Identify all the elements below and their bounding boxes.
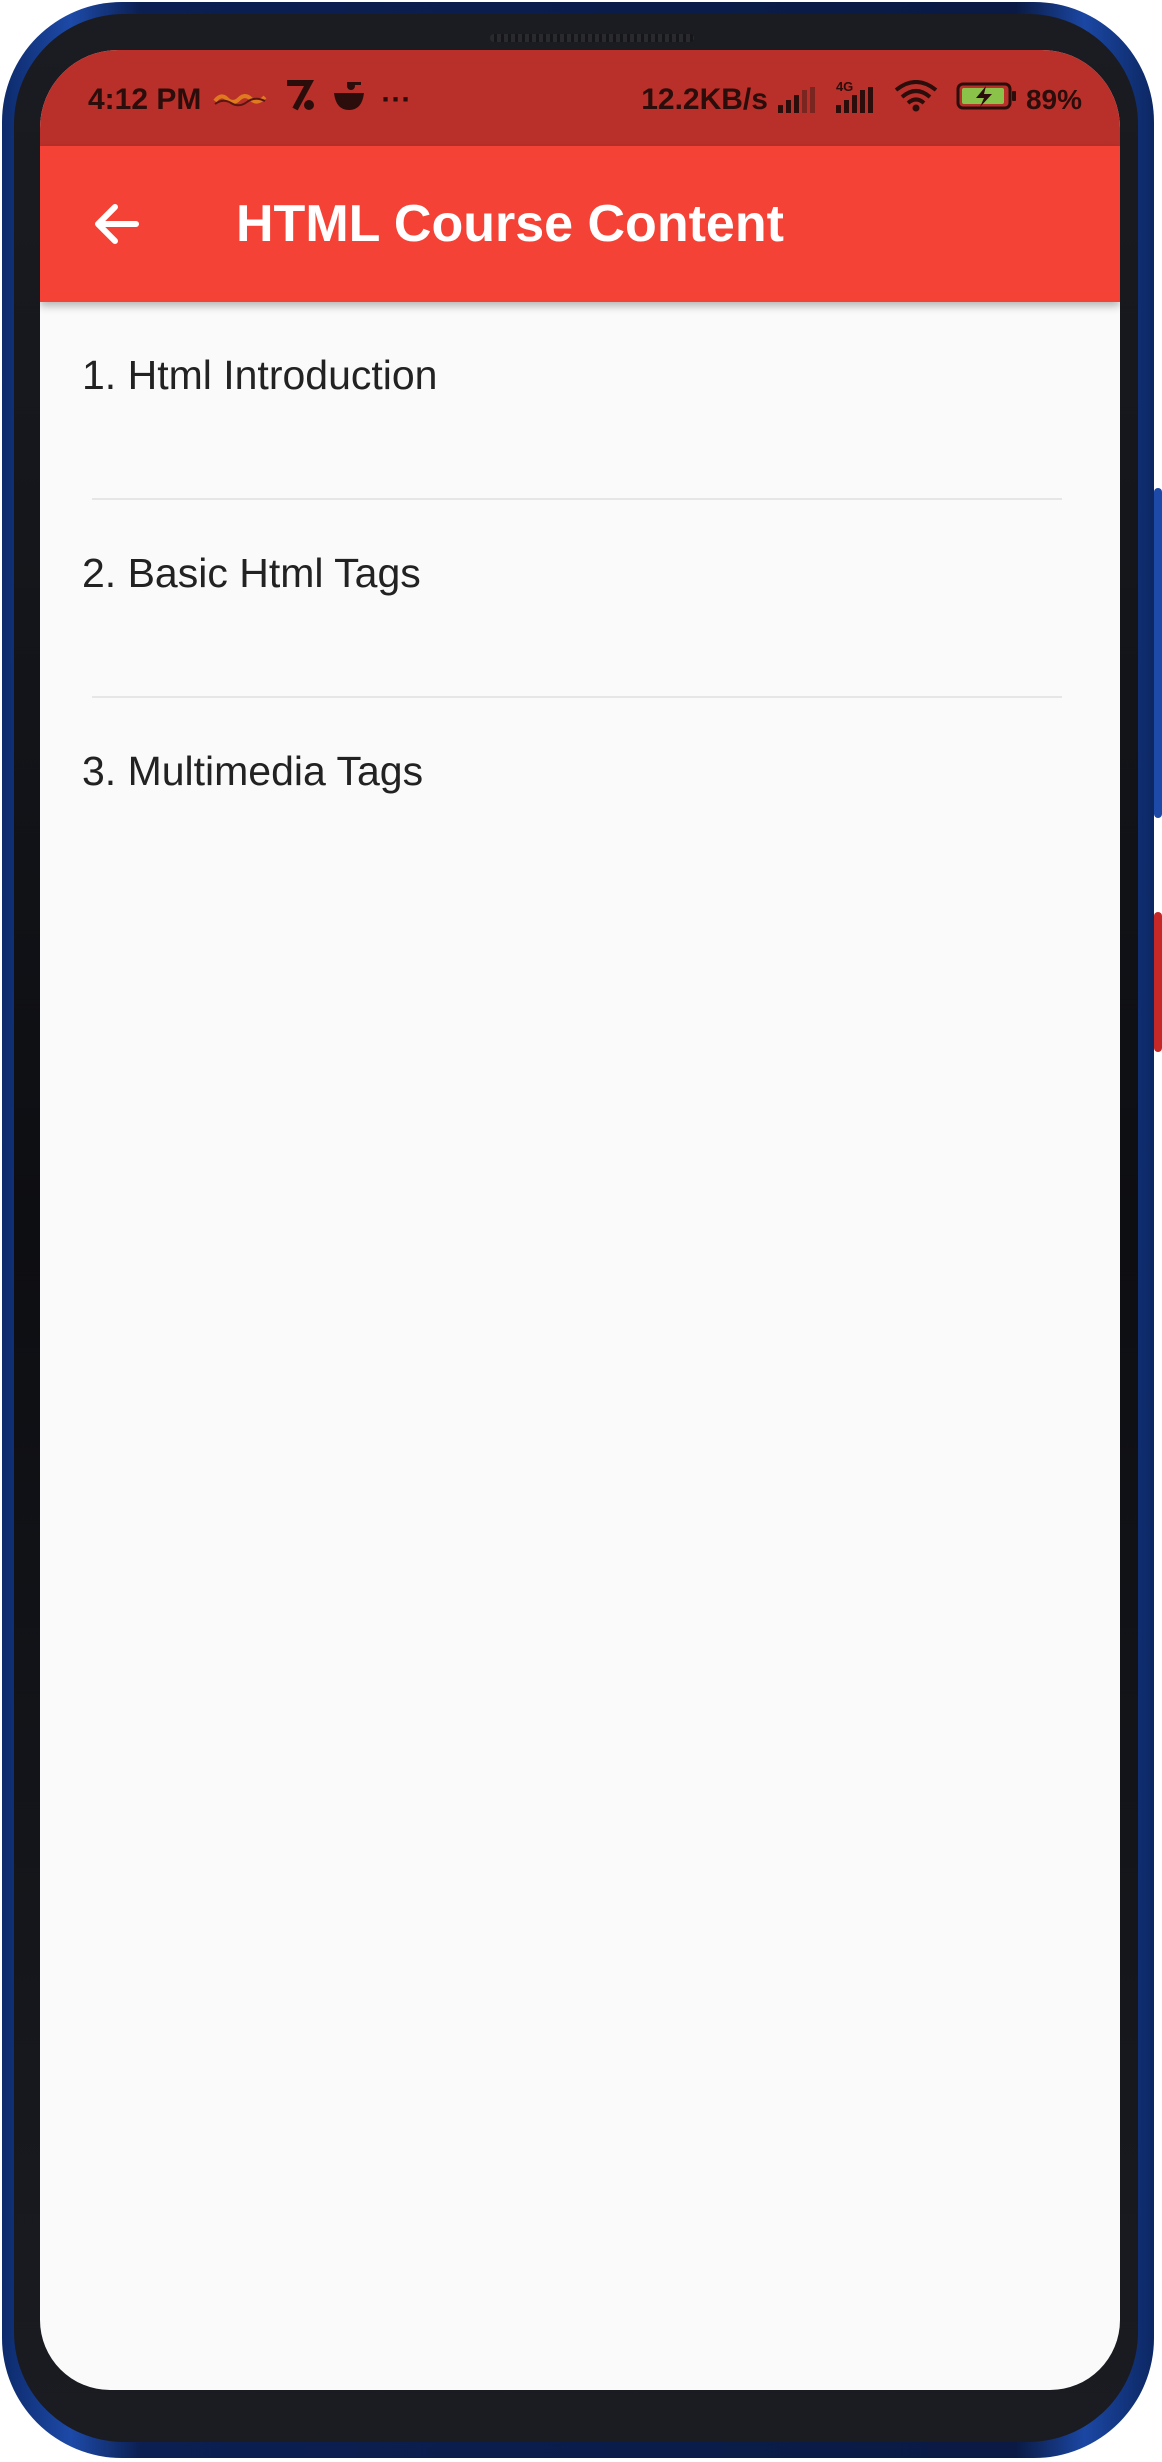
page-title: HTML Course Content: [236, 195, 784, 253]
status-bar: 4:12 PM ··· 12.2KB/s 4G 89%: [40, 50, 1120, 146]
battery-charging-icon: [956, 81, 1018, 119]
signal-strength-1-icon: [777, 87, 818, 113]
list-item-label: 3. Multimedia Tags: [82, 748, 424, 794]
more-notifications-icon: ···: [381, 83, 412, 116]
battery-percent: 89%: [1025, 84, 1082, 115]
list-item-basic-html-tags[interactable]: 2. Basic Html Tags: [40, 500, 1120, 698]
status-left: 4:12 PM ···: [88, 80, 425, 120]
back-button[interactable]: [76, 184, 156, 264]
list-item-html-introduction[interactable]: 1. Html Introduction: [40, 302, 1120, 500]
wifi-icon: [894, 80, 938, 120]
percent-app-icon: [283, 79, 317, 121]
notification-flag-icon: [213, 83, 269, 117]
arrow-back-icon: [95, 204, 139, 244]
list-item-multimedia-tags[interactable]: 3. Multimedia Tags: [40, 698, 1120, 896]
signal-strength-2-icon: 4G: [835, 79, 876, 113]
status-right: 12.2KB/s 4G 89%: [641, 79, 1082, 120]
phone-device: 4:12 PM ··· 12.2KB/s 4G 89% HTML Course …: [0, 0, 1162, 2462]
network-speed: 12.2KB/s: [641, 83, 768, 116]
earpiece-speaker: [490, 34, 694, 42]
screen: 4:12 PM ··· 12.2KB/s 4G 89% HTML Course …: [40, 50, 1120, 2390]
course-content-list: 1. Html Introduction 2. Basic Html Tags …: [40, 302, 1120, 896]
app-bar: HTML Course Content: [40, 146, 1120, 302]
network-type: 4G: [835, 79, 854, 94]
status-time: 4:12 PM: [88, 83, 202, 116]
bowl-app-icon: [331, 79, 367, 121]
list-item-label: 1. Html Introduction: [82, 352, 438, 398]
volume-button: [1154, 488, 1162, 818]
list-item-label: 2. Basic Html Tags: [82, 550, 421, 596]
power-button: [1154, 912, 1162, 1052]
